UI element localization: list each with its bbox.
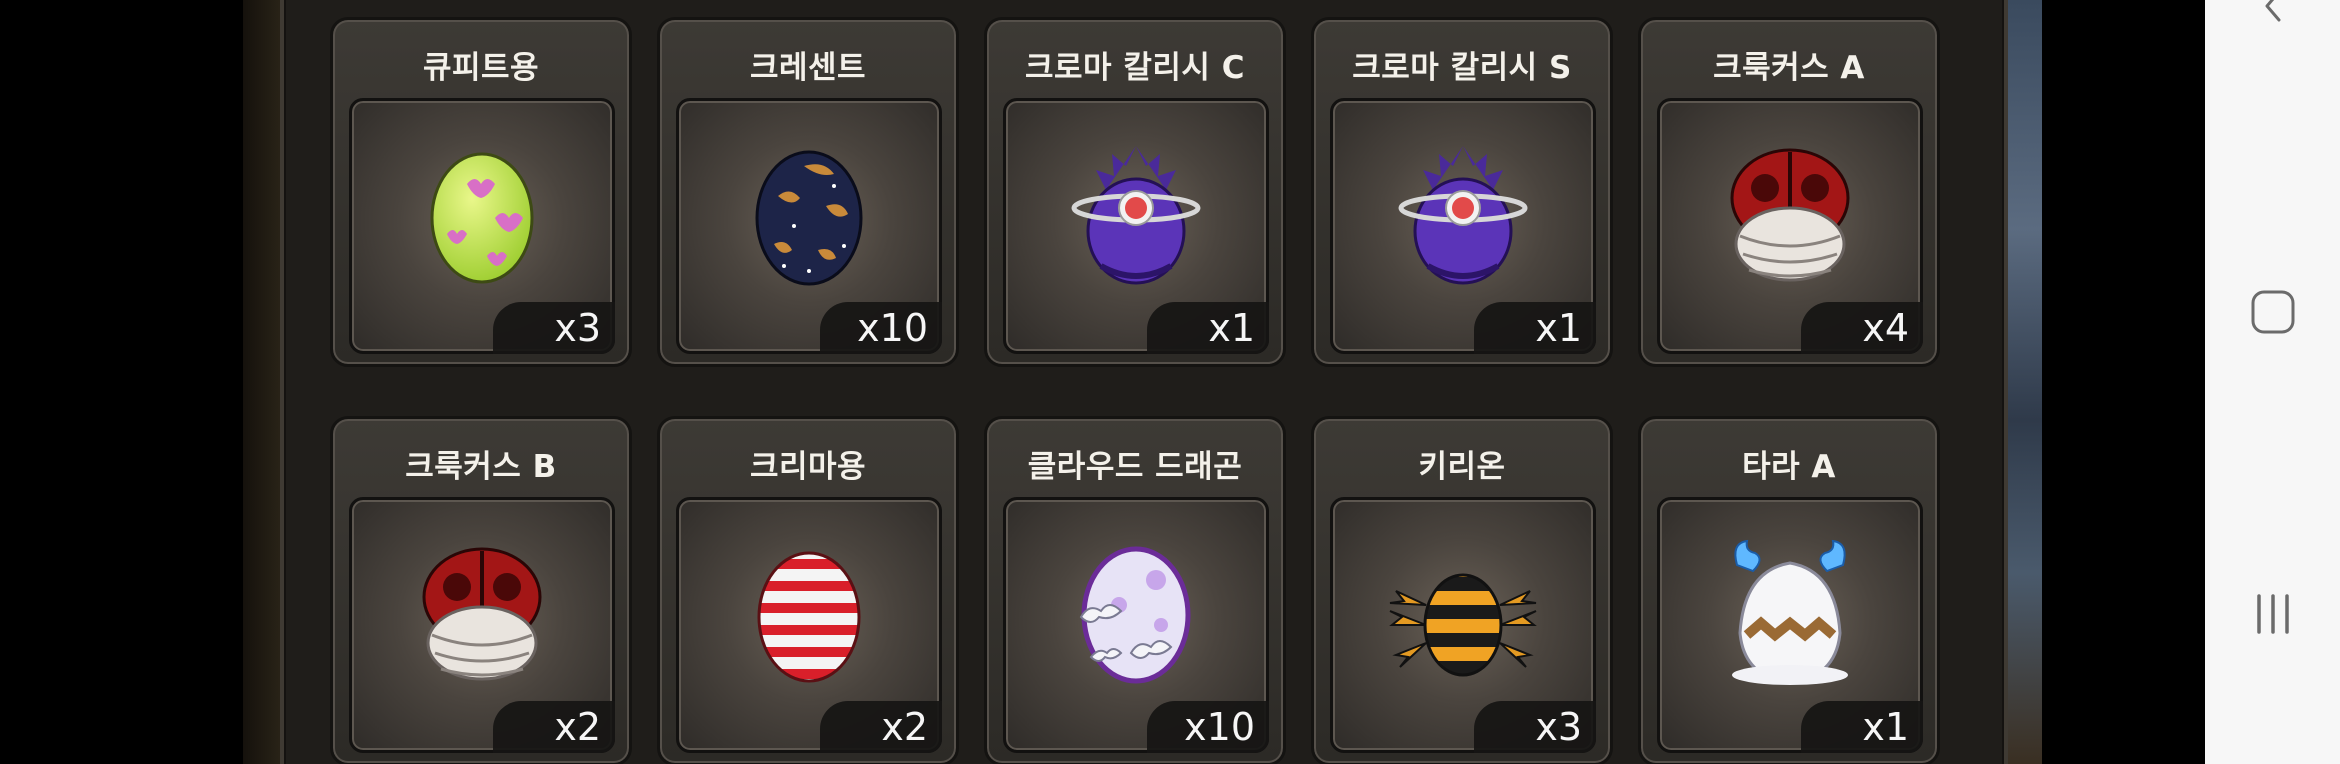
egg-slot: x3 [349, 98, 615, 354]
egg-card[interactable]: 큐피트용 x3 [330, 17, 632, 367]
egg-card[interactable]: 크로마 칼리시 C x1 [984, 17, 1286, 367]
egg-card[interactable]: 클라우드 드래곤 x10 [984, 416, 1286, 764]
egg-name: 크레센트 [749, 50, 867, 86]
egg-slot: x10 [1003, 497, 1269, 753]
egg-inventory-panel: 큐피트용 x3 크레센트 x10 크로마 칼리시 C x1 크로마 칼리시 S … [280, 0, 2008, 764]
egg-quantity: x3 [493, 302, 615, 354]
egg-slot: x10 [676, 98, 942, 354]
egg-quantity: x4 [1801, 302, 1923, 354]
egg-slot: x2 [676, 497, 942, 753]
cupid-egg-icon [430, 152, 534, 284]
egg-slot: x1 [1657, 497, 1923, 753]
egg-quantity: x10 [820, 302, 942, 354]
egg-card[interactable]: 크룩커스 B x2 [330, 416, 632, 764]
egg-slot: x2 [349, 497, 615, 753]
home-button[interactable] [2205, 282, 2340, 342]
crookus-b-egg-icon [422, 547, 542, 681]
egg-name: 키리온 [1418, 449, 1506, 485]
egg-quantity: x1 [1474, 302, 1596, 354]
egg-name: 클라우드 드래곤 [1027, 449, 1243, 485]
recents-icon [2256, 594, 2289, 634]
egg-card[interactable]: 크리마용 x2 [657, 416, 959, 764]
cloud-dragon-egg-icon [1079, 546, 1191, 684]
egg-name: 크리마용 [749, 449, 867, 485]
back-button[interactable] [2205, 0, 2340, 30]
egg-quantity: x2 [820, 701, 942, 753]
game-screen: 큐피트용 x3 크레센트 x10 크로마 칼리시 C x1 크로마 칼리시 S … [0, 0, 2205, 764]
egg-slot: x4 [1657, 98, 1923, 354]
tara-a-egg-icon [1732, 539, 1848, 685]
kirion-egg-icon [1389, 573, 1537, 677]
egg-slot: x1 [1003, 98, 1269, 354]
egg-slot: x3 [1330, 497, 1596, 753]
egg-name: 큐피트용 [422, 50, 540, 86]
krima-egg-icon [757, 551, 861, 683]
egg-name: 타라 A [1742, 449, 1836, 485]
egg-card[interactable]: 크룩커스 A x4 [1638, 17, 1940, 367]
egg-name: 크룩커스 B [405, 449, 557, 485]
egg-card[interactable]: 크로마 칼리시 S x1 [1311, 17, 1613, 367]
egg-quantity: x10 [1147, 701, 1269, 753]
egg-name: 크로마 칼리시 S [1352, 50, 1572, 86]
egg-card[interactable]: 타라 A x1 [1638, 416, 1940, 764]
egg-card[interactable]: 크레센트 x10 [657, 17, 959, 367]
egg-card[interactable]: 키리온 x3 [1311, 416, 1613, 764]
egg-name: 크로마 칼리시 C [1025, 50, 1245, 86]
crookus-a-egg-icon [1730, 148, 1850, 282]
recents-button[interactable] [2205, 584, 2340, 644]
crescent-egg-icon [755, 150, 863, 286]
egg-quantity: x1 [1801, 701, 1923, 753]
background-left [243, 0, 283, 764]
home-icon [2251, 290, 2294, 334]
egg-quantity: x2 [493, 701, 615, 753]
egg-name: 크룩커스 A [1713, 50, 1865, 86]
egg-slot: x1 [1330, 98, 1596, 354]
egg-quantity: x1 [1147, 302, 1269, 354]
chroma-calici-s-egg-icon [1398, 146, 1528, 285]
android-navigation-bar [2205, 0, 2340, 764]
egg-quantity: x3 [1474, 701, 1596, 753]
chroma-calici-c-egg-icon [1071, 146, 1201, 285]
back-icon [2265, 0, 2280, 22]
